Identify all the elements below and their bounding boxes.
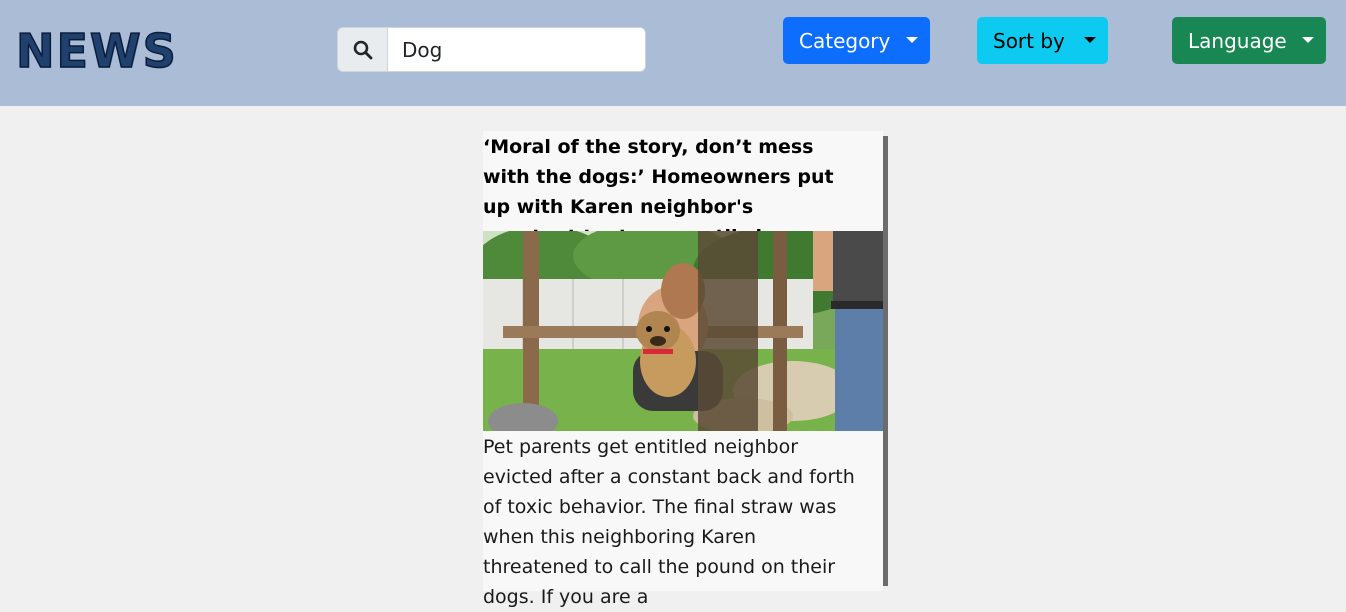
news-logo[interactable]: NEWS xyxy=(15,22,178,80)
caret-down-icon xyxy=(1084,37,1096,43)
category-button-label: Category xyxy=(799,28,891,53)
caret-down-icon xyxy=(906,37,918,43)
search-button[interactable] xyxy=(337,27,388,72)
sort-dropdown-button[interactable]: Sort by xyxy=(977,17,1108,64)
search-icon xyxy=(353,40,372,59)
article-description: Pet parents get entitled neighbor evicte… xyxy=(483,436,855,608)
caret-down-icon xyxy=(1302,37,1314,43)
language-dropdown-button[interactable]: Language xyxy=(1172,17,1326,64)
sort-button-label: Sort by xyxy=(993,28,1065,53)
category-dropdown-button[interactable]: Category xyxy=(783,17,930,64)
language-button-label: Language xyxy=(1188,28,1287,53)
search-bar xyxy=(337,27,646,74)
search-input[interactable] xyxy=(388,27,646,72)
article-title[interactable]: ‘Moral of the story, don’t mess with the… xyxy=(483,132,853,231)
navbar: NEWS Category Sort by Language xyxy=(0,0,1346,106)
card-shadow xyxy=(883,136,888,586)
news-card[interactable]: ‘Moral of the story, don’t mess with the… xyxy=(483,131,883,608)
article-image[interactable] xyxy=(483,231,883,431)
